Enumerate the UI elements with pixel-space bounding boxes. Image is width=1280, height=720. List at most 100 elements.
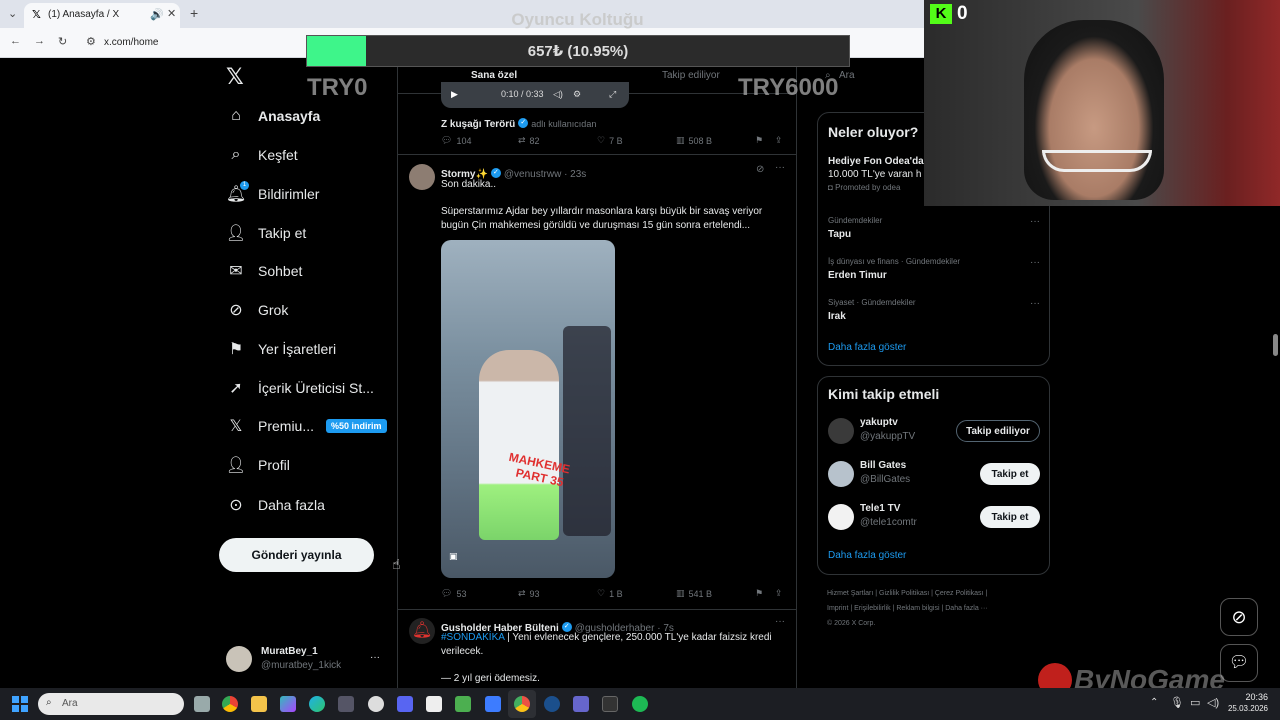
fullscreen-icon[interactable]: ⤢ [609, 89, 616, 100]
store-icon[interactable] [338, 696, 354, 712]
account-switcher[interactable]: MuratBey_1 @muratbey_1kick ··· [226, 644, 386, 674]
task-view-icon[interactable] [194, 696, 210, 712]
repost-count: 82 [529, 135, 540, 146]
post-button[interactable]: Gönderi yayınla [219, 538, 374, 572]
edge-icon[interactable] [309, 696, 325, 712]
grok-float-button[interactable]: ⊘ [1220, 598, 1258, 636]
follow-show-more[interactable]: Daha fazla göster [828, 550, 906, 561]
tab-list-chevron-icon[interactable]: ⌄ [8, 7, 17, 20]
url-field[interactable]: x.com/home [104, 37, 158, 48]
tab-for-you[interactable]: Sana özel [471, 70, 517, 81]
reply-button[interactable]: 💬︎ 104 [441, 135, 471, 146]
obs-icon[interactable] [368, 696, 384, 712]
grok-icon[interactable]: ⊘ [756, 164, 764, 175]
following-button[interactable]: Takip ediliyor [956, 420, 1040, 442]
tweet-more-icon[interactable]: ··· [775, 162, 785, 173]
app-icon[interactable] [485, 696, 501, 712]
page-scrollbar-thumb[interactable] [1273, 334, 1278, 356]
dota-icon[interactable] [573, 696, 589, 712]
trend-more-icon[interactable]: ··· [1030, 216, 1040, 227]
tab-following[interactable]: Takip ediliyor [662, 70, 720, 81]
nav-item-9[interactable]: 𝕏 Premiu... %50 indirim [226, 411, 387, 441]
settings-icon[interactable]: ⚙ [573, 89, 581, 100]
nav-item-11[interactable]: ⊙ Daha fazla [226, 490, 325, 520]
chrome-icon[interactable] [222, 696, 238, 712]
nav-item-8[interactable]: ➚ İçerik Üreticisi St... [226, 373, 374, 403]
spotify-icon[interactable] [632, 696, 648, 712]
trend-item[interactable]: Siyaset · Gündemdekiler Irak ··· [828, 298, 1040, 322]
follow-suggestion[interactable]: yakuptv @yakuppTV Takip ediliyor [828, 417, 1040, 447]
browser-tab-active[interactable]: 𝕏 (1) Anasayfa / X 🔊 ✕ [24, 3, 180, 28]
like-button[interactable]: ♡ 1 B [597, 588, 623, 599]
steam-icon[interactable] [544, 696, 560, 712]
bookmark-icon[interactable]: ⚑ [755, 588, 763, 599]
trends-show-more[interactable]: Daha fazla göster [828, 342, 906, 353]
discord-icon[interactable] [397, 696, 413, 712]
volume-icon[interactable]: ◁) [553, 89, 563, 100]
back-arrow-icon[interactable]: ← [10, 35, 21, 47]
play-icon[interactable]: ▶ [451, 89, 458, 100]
terminal-icon[interactable] [602, 696, 618, 712]
follow-button[interactable]: Takip et [980, 506, 1040, 528]
repost-button[interactable]: ⇄ 93 [518, 588, 540, 599]
nav-item-10[interactable]: 👤︎ Profil [226, 450, 290, 480]
suggestion-name: yakuptv [860, 417, 898, 428]
trend-more-icon[interactable]: ··· [1030, 298, 1040, 309]
footer-line2[interactable]: Imprint | Erişilebilirlik | Reklam bilgi… [827, 601, 1047, 616]
reply-button[interactable]: 💬︎ 53 [441, 588, 466, 599]
tweet-video[interactable]: MAHKEME PART 35 ▣ [441, 240, 615, 578]
messages-float-button[interactable]: 💬︎ [1220, 644, 1258, 682]
views-button[interactable]: ▥ 508 B [676, 135, 712, 146]
x-logo[interactable]: 𝕏 [226, 64, 244, 90]
chart-icon: ▥ [676, 588, 685, 598]
tweet-more-icon[interactable]: ··· [775, 616, 785, 627]
account-more-icon[interactable]: ··· [370, 652, 380, 663]
tweet-avatar[interactable] [409, 164, 435, 190]
share-icon[interactable]: ⇪ [775, 588, 783, 599]
taskbar-time[interactable]: 20:36 [1238, 692, 1268, 702]
taskbar-search[interactable]: ⌕ Ara [38, 693, 184, 715]
media-player-controls[interactable]: ▶ 0:10 / 0:33 ◁) ⚙ ⤢ [441, 82, 629, 108]
views-button[interactable]: ▥ 541 B [676, 588, 712, 599]
start-button-icon[interactable] [12, 696, 28, 712]
nav-item-2[interactable]: ⌕ Keşfet [226, 140, 298, 170]
site-info-icon[interactable]: ⚙ [86, 35, 96, 48]
forward-arrow-icon[interactable]: → [34, 35, 45, 47]
tab-close-icon[interactable]: ✕ [167, 7, 176, 20]
tab-audio-icon[interactable]: 🔊 [150, 8, 164, 21]
share-icon[interactable]: ⇪ [775, 135, 783, 146]
reload-icon[interactable]: ↻ [58, 35, 67, 48]
hashtag-link[interactable]: #SONDAKİKA [441, 632, 504, 643]
nav-item-1[interactable]: ⌂ Anasayfa [226, 101, 320, 131]
nav-item-3[interactable]: 🔔︎ 1 Bildirimler [226, 179, 319, 209]
nav-item-6[interactable]: ⊘ Grok [226, 295, 288, 325]
folder-icon[interactable] [251, 696, 267, 712]
home-icon: ⌂ [231, 107, 241, 124]
goal-progress-value: 657₺ (10.95%) [527, 43, 629, 60]
nav-item-5[interactable]: ✉ Sohbet [226, 256, 302, 286]
follow-button[interactable]: Takip et [980, 463, 1040, 485]
trend-item[interactable]: İş dünyası ve finans · Gündemdekiler Erde… [828, 257, 1040, 281]
bookmark-icon[interactable]: ⚑ [755, 135, 763, 146]
trend-item[interactable]: Gündemdekiler Tapu ··· [828, 216, 1040, 240]
new-tab-plus-icon[interactable]: + [190, 5, 198, 21]
bell-avatar-icon[interactable]: 🔔︎ [409, 618, 435, 644]
repost-button[interactable]: ⇄ 82 [518, 135, 540, 146]
capcut-icon[interactable] [426, 696, 442, 712]
minecraft-icon[interactable] [455, 696, 471, 712]
quote-name[interactable]: Z kuşağı Terörü [441, 119, 515, 130]
footer-line1[interactable]: Hizmet Şartları | Gizlilik Politikası | … [827, 586, 1047, 601]
reply-count: 53 [456, 588, 467, 599]
volume-icon[interactable]: ◁) [1207, 696, 1219, 709]
copilot-icon[interactable] [280, 696, 296, 712]
network-icon[interactable]: ▭ [1190, 696, 1200, 709]
microphone-icon[interactable]: 🎙︎ [1170, 696, 1184, 709]
like-button[interactable]: ♡ 7 B [597, 135, 623, 146]
follow-suggestion[interactable]: Bill Gates @BillGates Takip et [828, 460, 1040, 490]
follow-suggestion[interactable]: Tele1 TV @tele1comtr Takip et [828, 503, 1040, 533]
taskbar-date[interactable]: 25.03.2026 [1222, 704, 1268, 713]
trend-more-icon[interactable]: ··· [1030, 257, 1040, 268]
tray-chevron-icon[interactable]: ⌃ [1150, 697, 1158, 708]
nav-item-4[interactable]: 👤︎ Takip et [226, 218, 306, 248]
nav-item-7[interactable]: ⚑ Yer İşaretleri [226, 334, 336, 364]
